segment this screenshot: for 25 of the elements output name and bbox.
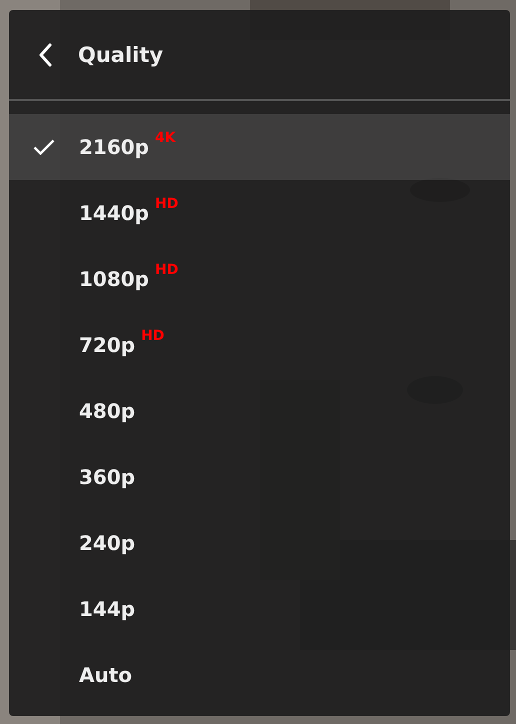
menu-title: Quality xyxy=(78,42,164,66)
option-label: 1440p xyxy=(79,201,149,225)
option-label: 360p xyxy=(79,465,136,489)
quality-option[interactable]: 1440p HD xyxy=(9,180,510,246)
resolution-label: HD xyxy=(154,196,178,212)
quality-option[interactable]: 360p xyxy=(9,444,510,510)
quality-option[interactable]: 1080p HD xyxy=(9,246,510,312)
resolution-label: HD xyxy=(141,328,164,344)
quality-option[interactable]: 480p xyxy=(9,378,510,444)
option-label: 2160p xyxy=(79,135,149,159)
option-label: 480p xyxy=(79,399,136,423)
quality-option[interactable]: 2160p 4K xyxy=(9,114,510,180)
resolution-label: HD xyxy=(154,262,178,278)
option-label: 240p xyxy=(79,531,136,555)
option-label: Auto xyxy=(79,663,132,687)
resolution-label: 4K xyxy=(154,130,176,146)
option-label: 720p xyxy=(79,333,136,357)
quality-option[interactable]: 240p xyxy=(9,510,510,576)
quality-option[interactable]: 720p HD xyxy=(9,312,510,378)
option-label: 1080p xyxy=(79,267,149,291)
quality-option[interactable]: 144p xyxy=(9,576,510,642)
checkmark-icon xyxy=(33,139,55,155)
back-icon[interactable] xyxy=(38,42,52,66)
option-label: 144p xyxy=(79,597,136,621)
quality-option[interactable]: Auto xyxy=(9,642,510,708)
